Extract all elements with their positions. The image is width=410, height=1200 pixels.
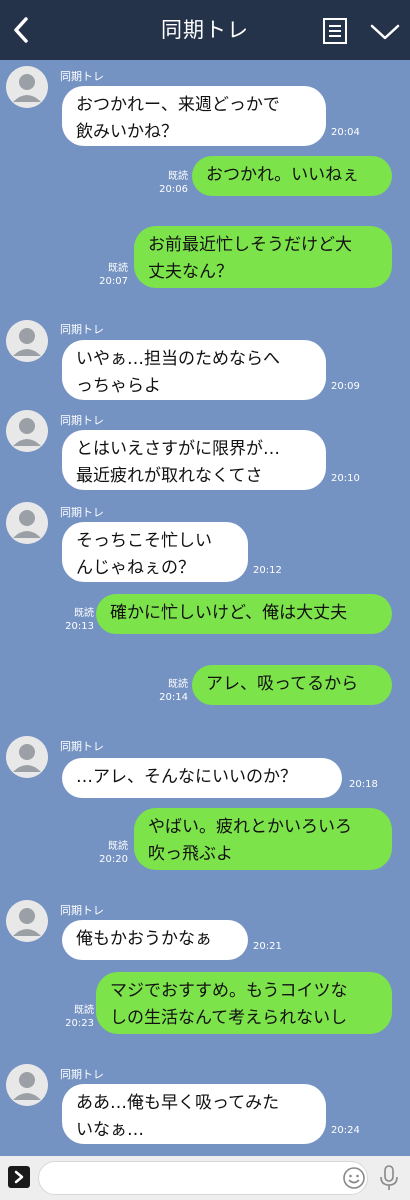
message-bubble-outgoing[interactable]: 確かに忙しいけど、俺は大丈夫 xyxy=(96,594,392,634)
read-receipt: 既読 20:07 xyxy=(99,263,128,287)
read-receipt: 既読 20:20 xyxy=(99,841,128,865)
read-receipt: 既読 20:06 xyxy=(159,171,188,195)
smiley-icon[interactable] xyxy=(342,1166,366,1190)
message-time: 20:10 xyxy=(331,473,360,484)
message-bubble-outgoing[interactable]: アレ、吸ってるから xyxy=(192,665,392,705)
message-time: 20:04 xyxy=(331,127,360,138)
read-receipt: 既読 20:14 xyxy=(159,679,188,703)
chat-header: 同期トレ xyxy=(0,0,410,60)
avatar[interactable] xyxy=(6,410,48,452)
message-time: 20:12 xyxy=(253,565,282,576)
message-input[interactable] xyxy=(38,1161,368,1195)
sender-name: 同期トレ xyxy=(60,904,104,917)
message-bubble-incoming[interactable]: とはいえさすがに限界が… 最近疲れが取れなくてさ xyxy=(62,430,326,490)
message-bubble-outgoing[interactable]: マジでおすすめ。もうコイツな しの生活なんて考えられないし xyxy=(96,972,392,1034)
avatar[interactable] xyxy=(6,900,48,942)
message-time: 20:09 xyxy=(331,381,360,392)
message-bubble-outgoing[interactable]: お前最近忙しそうだけど大 丈夫なん？ xyxy=(134,226,392,288)
message-bubble-incoming[interactable]: ああ…俺も早く吸ってみた いなぁ… xyxy=(62,1084,326,1144)
message-time: 20:24 xyxy=(331,1125,360,1136)
chat-title: 同期トレ xyxy=(161,18,249,42)
message-time: 20:18 xyxy=(349,779,378,790)
message-composer xyxy=(0,1156,410,1200)
sender-name: 同期トレ xyxy=(60,740,104,753)
chevron-right-icon[interactable] xyxy=(8,1166,30,1188)
avatar[interactable] xyxy=(6,320,48,362)
sender-name: 同期トレ xyxy=(60,1068,104,1081)
sender-name: 同期トレ xyxy=(60,506,104,519)
avatar[interactable] xyxy=(6,1064,48,1106)
sender-name: 同期トレ xyxy=(60,414,104,427)
avatar[interactable] xyxy=(6,736,48,778)
avatar[interactable] xyxy=(6,502,48,544)
message-bubble-incoming[interactable]: おつかれー、来週どっかで 飲みいかね？ xyxy=(62,86,326,146)
message-bubble-outgoing[interactable]: おつかれ。いいねぇ xyxy=(192,156,392,196)
sender-name: 同期トレ xyxy=(60,323,104,336)
sender-name: 同期トレ xyxy=(60,70,104,83)
message-bubble-incoming[interactable]: そっちこそ忙しい んじゃねぇの？ xyxy=(62,522,248,582)
chevron-down-icon[interactable] xyxy=(368,18,402,44)
message-bubble-incoming[interactable]: …アレ、そんなにいいのか？ xyxy=(62,758,342,798)
avatar[interactable] xyxy=(6,66,48,108)
read-receipt: 既読 20:13 xyxy=(65,608,94,632)
message-bubble-incoming[interactable]: いやぁ…担当のためならへ っちゃらよ xyxy=(62,340,326,400)
read-receipt: 既読 20:23 xyxy=(65,1005,94,1029)
message-time: 20:21 xyxy=(253,941,282,952)
message-bubble-incoming[interactable]: 俺もかおうかなぁ xyxy=(62,920,248,960)
microphone-icon[interactable] xyxy=(378,1164,400,1192)
message-bubble-outgoing[interactable]: やばい。疲れとかいろいろ 吹っ飛ぶよ xyxy=(134,808,392,870)
notes-icon[interactable] xyxy=(322,17,348,45)
